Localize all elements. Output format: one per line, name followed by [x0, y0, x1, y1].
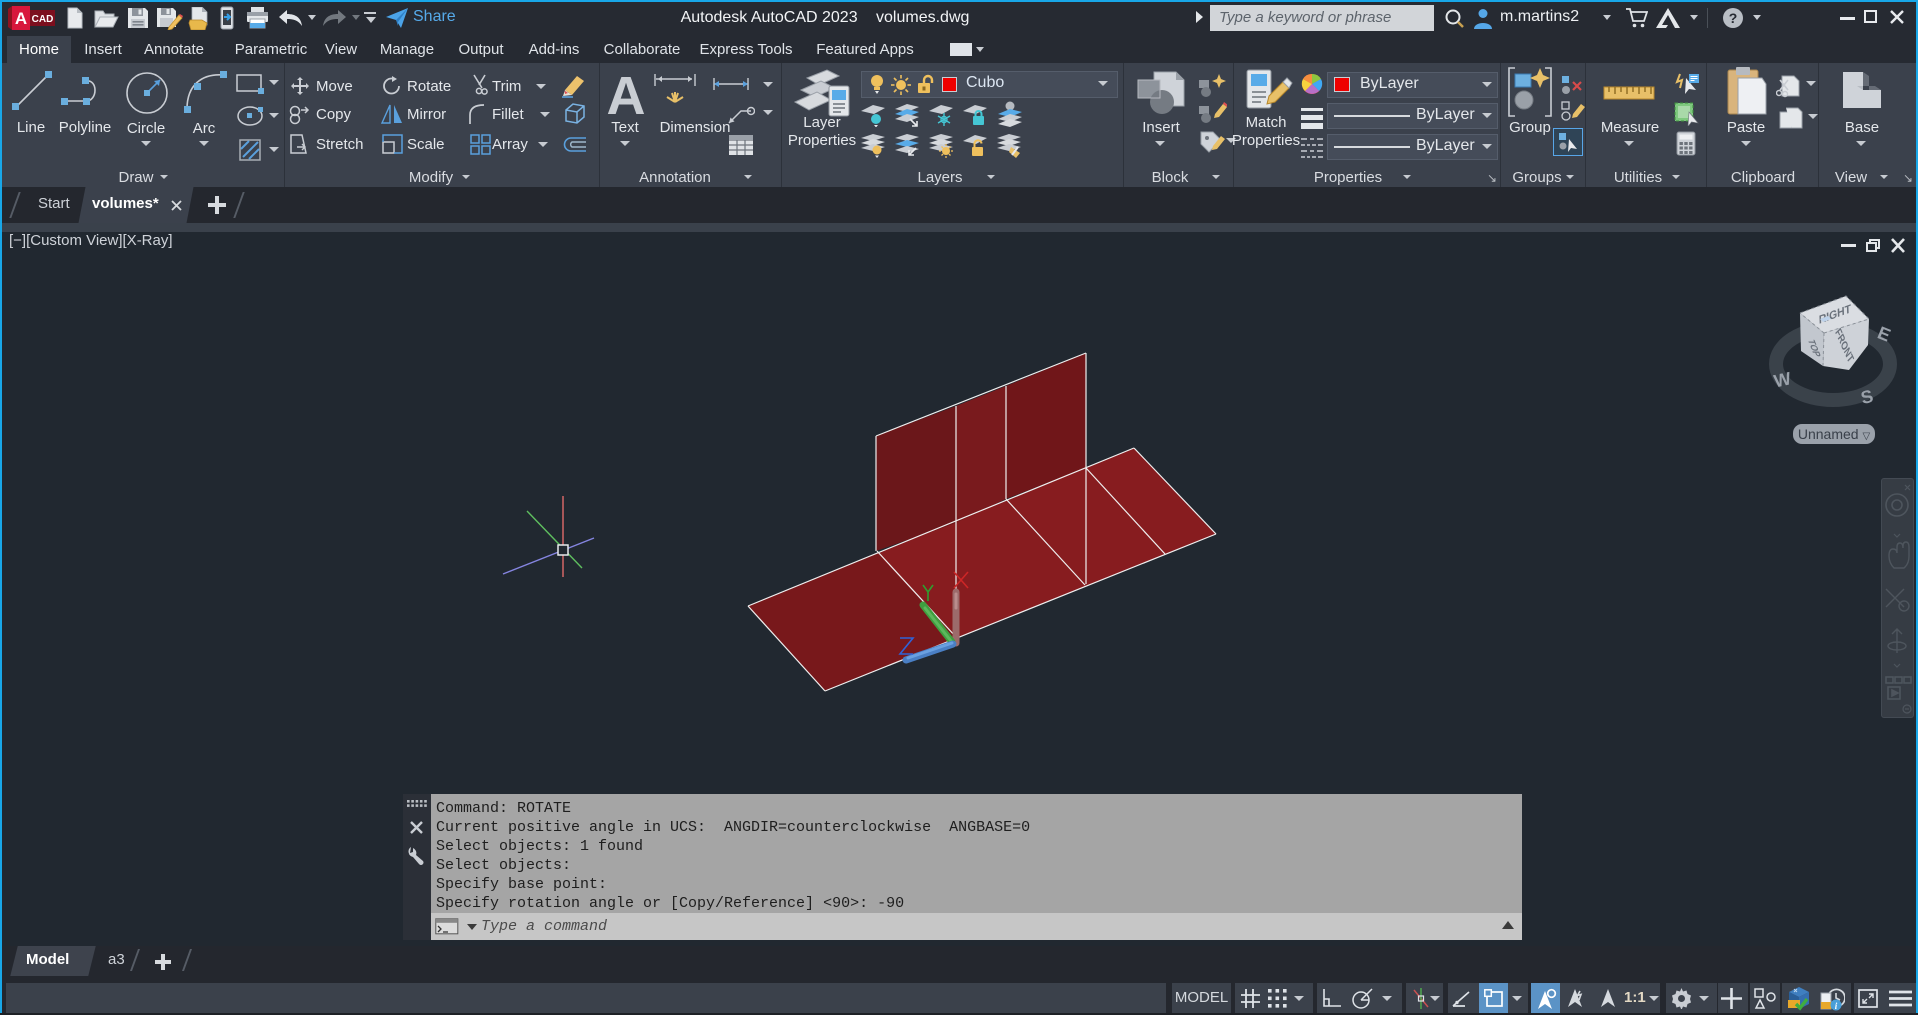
- svg-text:CAD: CAD: [32, 14, 54, 25]
- svg-text:?: ?: [1729, 10, 1738, 26]
- svg-text:E: E: [1875, 322, 1894, 345]
- svg-text:A: A: [15, 9, 27, 28]
- svg-text:W: W: [1772, 368, 1793, 391]
